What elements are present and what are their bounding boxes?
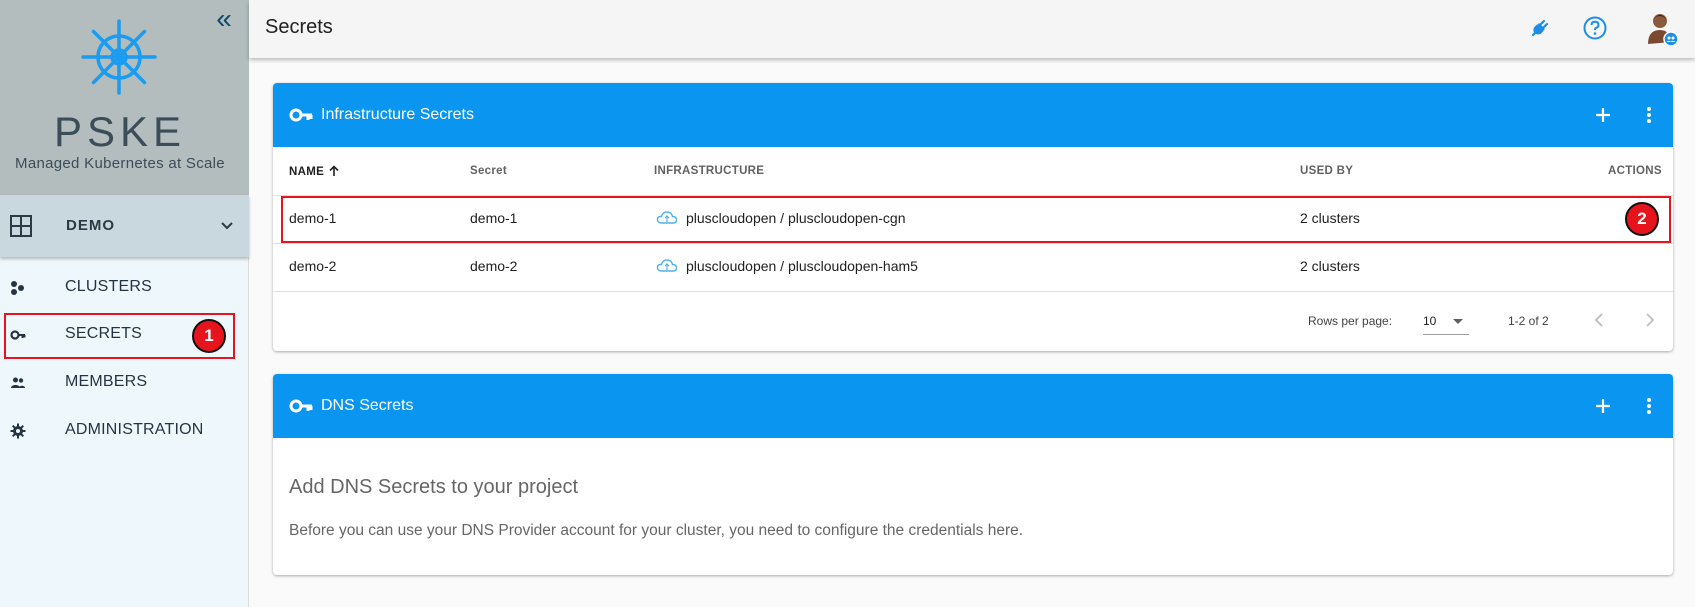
- more-vert-icon[interactable]: [1635, 392, 1663, 420]
- project-selector[interactable]: DEMO: [0, 195, 249, 257]
- brand-tagline: Managed Kubernetes at Scale: [15, 155, 225, 172]
- plug-icon[interactable]: [1529, 17, 1551, 39]
- rows-per-page-value: 10: [1423, 314, 1437, 328]
- dns-secrets-card: DNS Secrets Add DNS Secrets to your proj…: [273, 374, 1673, 575]
- top-app-bar: Secrets: [249, 0, 1695, 58]
- rows-per-page-select[interactable]: 10: [1423, 305, 1469, 335]
- arrow-up-icon: [328, 165, 339, 176]
- cell-infrastructure: pluscloudopen / pluscloudopen-ham5: [686, 258, 918, 274]
- collapse-sidebar-icon[interactable]: «: [212, 5, 236, 33]
- cell-name: demo-2: [289, 258, 337, 274]
- user-avatar[interactable]: [1645, 12, 1679, 46]
- column-header-name[interactable]: NAME: [289, 165, 340, 178]
- column-header-infrastructure: INFRASTRUCTURE: [654, 165, 765, 177]
- chevron-down-icon: [221, 222, 233, 230]
- sidebar-item-label: ADMINISTRATION: [65, 421, 204, 438]
- cell-used-by: 2 clusters: [1300, 258, 1360, 274]
- card-header: DNS Secrets: [273, 374, 1673, 438]
- brand-header: « PSKE Managed Kubernetes at Scale: [0, 0, 249, 195]
- key-icon: [289, 399, 313, 413]
- sidebar-item-label: CLUSTERS: [65, 278, 152, 295]
- brand-name: PSKE: [53, 108, 187, 155]
- sidebar-item-label: MEMBERS: [65, 373, 148, 390]
- table-row[interactable]: demo-2 demo-2 pluscloudopen / pluscloudo…: [273, 243, 1673, 291]
- more-vert-icon[interactable]: [1635, 101, 1663, 129]
- grid-icon: [10, 215, 32, 237]
- empty-state-title: Add DNS Secrets to your project: [289, 476, 579, 498]
- sidebar-item-members[interactable]: MEMBERS: [0, 360, 249, 404]
- gear-icon: [10, 423, 26, 439]
- column-header-secret: Secret: [470, 165, 507, 177]
- sidebar-item-clusters[interactable]: CLUSTERS: [0, 265, 249, 309]
- sidebar-item-administration[interactable]: ADMINISTRATION: [0, 408, 249, 452]
- dropdown-arrow-icon: [1453, 319, 1463, 324]
- card-title: DNS Secrets: [321, 397, 414, 414]
- cloud-icon: [656, 259, 678, 272]
- project-label: DEMO: [66, 217, 115, 234]
- clusters-icon: [11, 281, 24, 295]
- empty-state-text: Before you can use your DNS Provider acc…: [289, 522, 1024, 539]
- add-icon[interactable]: [1589, 101, 1617, 129]
- annotation-badge-1: 1: [192, 319, 226, 353]
- highlight-box-row-1: [281, 196, 1671, 243]
- help-icon[interactable]: [1582, 15, 1608, 41]
- divider: [273, 291, 1673, 292]
- page-title: Secrets: [265, 16, 333, 38]
- column-header-label: NAME: [289, 166, 325, 178]
- chevron-left-icon[interactable]: [1589, 309, 1611, 331]
- chevron-right-icon[interactable]: [1638, 309, 1660, 331]
- sidebar: « PSKE Managed Kubernetes at Scale DEMO: [0, 0, 249, 607]
- helm-wheel-logo: [81, 19, 157, 95]
- card-header: Infrastructure Secrets: [273, 83, 1673, 147]
- cell-secret: demo-2: [470, 258, 518, 274]
- members-icon: [11, 377, 25, 388]
- card-title: Infrastructure Secrets: [321, 106, 474, 123]
- add-icon[interactable]: [1589, 392, 1617, 420]
- annotation-badge-2: 2: [1625, 202, 1659, 236]
- pagination-range: 1-2 of 2: [1508, 314, 1549, 328]
- key-icon: [289, 108, 313, 122]
- rows-per-page-label: Rows per page:: [1308, 314, 1393, 328]
- column-header-used-by: USED BY: [1300, 165, 1354, 177]
- column-header-actions: ACTIONS: [1608, 165, 1662, 177]
